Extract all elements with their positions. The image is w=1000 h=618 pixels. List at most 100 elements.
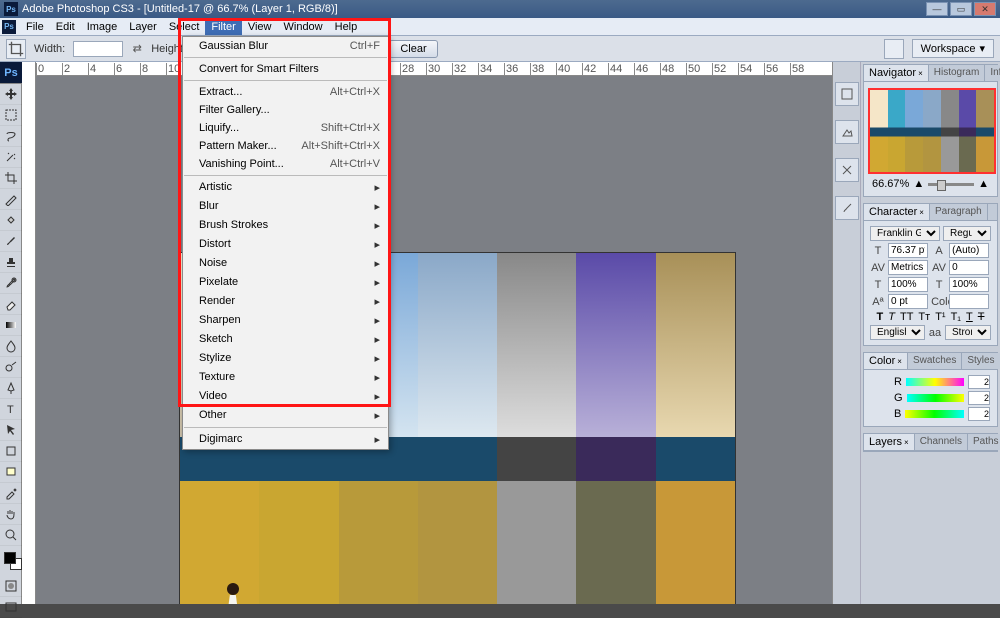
all-caps[interactable]: TT bbox=[900, 311, 913, 323]
crop-tool[interactable] bbox=[0, 168, 22, 189]
strip-btn-3[interactable] bbox=[835, 158, 859, 182]
menu-texture[interactable]: Texture▸ bbox=[183, 368, 388, 387]
crop-tool-icon[interactable] bbox=[6, 39, 26, 59]
heal-tool[interactable] bbox=[0, 210, 22, 231]
menu-pattern-maker[interactable]: Pattern Maker...Alt+Shift+Ctrl+X bbox=[183, 137, 388, 155]
menu-edit[interactable]: Edit bbox=[50, 19, 81, 35]
tracking-input[interactable] bbox=[949, 260, 989, 275]
g-slider[interactable] bbox=[907, 394, 964, 402]
menu-last-filter[interactable]: Gaussian BlurCtrl+F bbox=[183, 37, 388, 55]
superscript[interactable]: T¹ bbox=[935, 311, 945, 323]
tab-info[interactable]: Info bbox=[985, 65, 1000, 81]
vscale-input[interactable] bbox=[888, 277, 928, 292]
menu-layer[interactable]: Layer bbox=[123, 19, 163, 35]
menu-view[interactable]: View bbox=[242, 19, 278, 35]
menu-other[interactable]: Other▸ bbox=[183, 406, 388, 425]
shape-tool[interactable] bbox=[0, 441, 22, 462]
tab-navigator[interactable]: Navigator× bbox=[864, 65, 929, 81]
menu-artistic[interactable]: Artistic▸ bbox=[183, 178, 388, 197]
r-slider[interactable] bbox=[906, 378, 964, 386]
zoom-out-icon[interactable]: ▲ bbox=[913, 178, 924, 190]
screenmode-toggle[interactable] bbox=[0, 597, 22, 618]
canvas-area[interactable] bbox=[36, 76, 832, 604]
hand-tool[interactable] bbox=[0, 504, 22, 525]
menu-blur[interactable]: Blur▸ bbox=[183, 197, 388, 216]
workspace-dropdown[interactable]: Workspace▾ bbox=[912, 39, 994, 58]
leading-input[interactable] bbox=[949, 243, 989, 258]
swap-icon[interactable]: ⇄ bbox=[131, 41, 143, 57]
menu-stylize[interactable]: Stylize▸ bbox=[183, 349, 388, 368]
stamp-tool[interactable] bbox=[0, 252, 22, 273]
menu-video[interactable]: Video▸ bbox=[183, 387, 388, 406]
menu-file[interactable]: File bbox=[20, 19, 50, 35]
width-input[interactable] bbox=[73, 41, 123, 57]
tab-character[interactable]: Character× bbox=[864, 204, 930, 220]
menu-render[interactable]: Render▸ bbox=[183, 292, 388, 311]
text-color-swatch[interactable] bbox=[949, 294, 989, 309]
zoom-in-icon[interactable]: ▲ bbox=[978, 178, 989, 190]
b-slider[interactable] bbox=[905, 410, 964, 418]
strip-btn-2[interactable] bbox=[835, 120, 859, 144]
strip-btn-4[interactable] bbox=[835, 196, 859, 220]
font-style-select[interactable]: Regular bbox=[943, 226, 991, 241]
tab-histogram[interactable]: Histogram bbox=[929, 65, 986, 81]
tab-channels[interactable]: Channels bbox=[915, 434, 968, 450]
menu-liquify[interactable]: Liquify...Shift+Ctrl+X bbox=[183, 119, 388, 137]
menu-convert-smart[interactable]: Convert for Smart Filters bbox=[183, 60, 388, 78]
tab-layers[interactable]: Layers× bbox=[864, 434, 915, 450]
menu-help[interactable]: Help bbox=[329, 19, 364, 35]
go-button-icon[interactable] bbox=[884, 39, 904, 59]
tab-color[interactable]: Color× bbox=[864, 353, 908, 369]
zoom-tool[interactable] bbox=[0, 525, 22, 546]
lasso-tool[interactable] bbox=[0, 126, 22, 147]
clear-button[interactable]: Clear bbox=[389, 40, 437, 58]
brush-tool[interactable] bbox=[0, 231, 22, 252]
menu-extract[interactable]: Extract...Alt+Ctrl+X bbox=[183, 83, 388, 101]
marquee-tool[interactable] bbox=[0, 105, 22, 126]
tab-paths[interactable]: Paths bbox=[968, 434, 1000, 450]
menu-digimarc[interactable]: Digimarc▸ bbox=[183, 430, 388, 449]
maximize-button[interactable]: ▭ bbox=[950, 2, 972, 16]
menu-select[interactable]: Select bbox=[163, 19, 206, 35]
menu-brush-strokes[interactable]: Brush Strokes▸ bbox=[183, 216, 388, 235]
menu-sketch[interactable]: Sketch▸ bbox=[183, 330, 388, 349]
tab-swatches[interactable]: Swatches bbox=[908, 353, 962, 369]
faux-bold[interactable]: T bbox=[877, 311, 884, 323]
history-brush-tool[interactable] bbox=[0, 273, 22, 294]
strip-btn-1[interactable] bbox=[835, 82, 859, 106]
gradient-tool[interactable] bbox=[0, 315, 22, 336]
tab-paragraph[interactable]: Paragraph bbox=[930, 204, 988, 220]
eraser-tool[interactable] bbox=[0, 294, 22, 315]
g-input[interactable] bbox=[968, 391, 990, 405]
menu-vanishing-point[interactable]: Vanishing Point...Alt+Ctrl+V bbox=[183, 155, 388, 173]
menu-noise[interactable]: Noise▸ bbox=[183, 254, 388, 273]
menu-filter-gallery[interactable]: Filter Gallery... bbox=[183, 101, 388, 119]
kerning-input[interactable] bbox=[888, 260, 928, 275]
r-input[interactable] bbox=[968, 375, 990, 389]
subscript[interactable]: T₁ bbox=[951, 311, 961, 323]
font-size-input[interactable] bbox=[888, 243, 928, 258]
eyedropper-tool[interactable] bbox=[0, 483, 22, 504]
menu-image[interactable]: Image bbox=[81, 19, 124, 35]
baseline-input[interactable] bbox=[888, 294, 928, 309]
move-tool[interactable] bbox=[0, 84, 22, 105]
strikethrough[interactable]: T bbox=[978, 311, 985, 323]
antialias-select[interactable]: Strong bbox=[945, 325, 991, 340]
faux-italic[interactable]: T bbox=[888, 311, 895, 323]
notes-tool[interactable] bbox=[0, 462, 22, 483]
b-input[interactable] bbox=[968, 407, 990, 421]
underline[interactable]: T bbox=[966, 311, 973, 323]
menu-pixelate[interactable]: Pixelate▸ bbox=[183, 273, 388, 292]
fg-bg-swatches[interactable] bbox=[4, 552, 22, 570]
small-caps[interactable]: Tᴛ bbox=[918, 311, 930, 323]
menu-distort[interactable]: Distort▸ bbox=[183, 235, 388, 254]
minimize-button[interactable]: — bbox=[926, 2, 948, 16]
slice-tool[interactable] bbox=[0, 189, 22, 210]
hscale-input[interactable] bbox=[949, 277, 989, 292]
font-family-select[interactable]: Franklin Gothic D... bbox=[870, 226, 940, 241]
lang-select[interactable]: English: USA bbox=[870, 325, 925, 340]
path-select-tool[interactable] bbox=[0, 420, 22, 441]
menu-sharpen[interactable]: Sharpen▸ bbox=[183, 311, 388, 330]
dodge-tool[interactable] bbox=[0, 357, 22, 378]
wand-tool[interactable] bbox=[0, 147, 22, 168]
